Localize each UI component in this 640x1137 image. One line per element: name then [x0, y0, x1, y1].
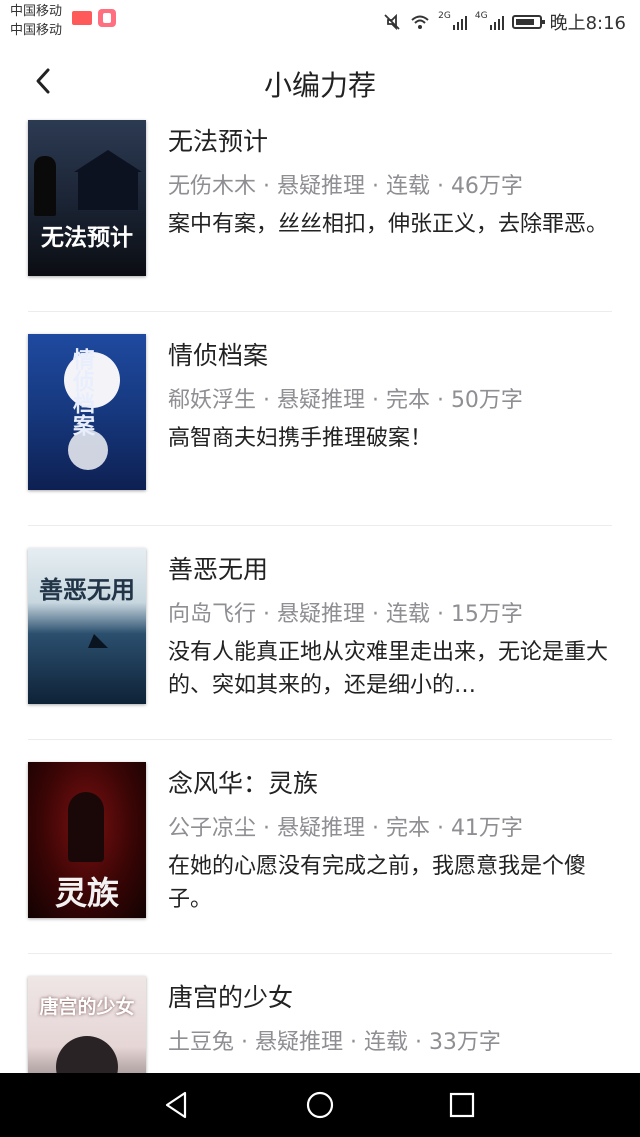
page-title: 小编力荐 — [263, 69, 376, 102]
book-list[interactable]: 无法预计 无法预计 无伤木木 · 悬疑推理 · 连载 · 46万字 案中有案，丝… — [0, 118, 640, 1073]
book-cover[interactable]: 无法预计 — [28, 120, 146, 276]
signal-icon — [452, 14, 467, 30]
cover-art-roof — [74, 150, 142, 172]
back-triangle-icon[interactable] — [161, 1089, 193, 1121]
book-title: 善恶无用 — [168, 555, 269, 584]
battery-icon — [511, 15, 545, 29]
recent-square-icon[interactable] — [446, 1089, 478, 1121]
net-4g-label: 4G — [474, 11, 488, 21]
app-notification-icon — [98, 9, 116, 27]
carrier-label-1: 中国移动 — [10, 4, 63, 19]
book-item[interactable]: 无法预计 无法预计 无伤木木 · 悬疑推理 · 连载 · 46万字 案中有案，丝… — [0, 118, 640, 312]
book-cover[interactable]: 灵族 — [28, 762, 146, 918]
book-description: 在她的心愿没有完成之前，我愿意我是个傻子。 — [168, 854, 587, 912]
cover-art-fin — [88, 634, 108, 648]
book-title: 唐宫的少女 — [168, 983, 294, 1012]
book-item[interactable]: 善恶无用 善恶无用 向岛飞行 · 悬疑推理 · 连载 · 15万字 没有人能真正… — [0, 526, 640, 740]
wifi-icon — [410, 13, 430, 31]
book-title: 无法预计 — [168, 127, 269, 156]
cover-art-circle — [56, 1036, 118, 1073]
cover-art-figure — [68, 792, 104, 862]
notification-badge-icon — [72, 11, 92, 25]
book-cover[interactable]: 唐宫的少女 — [28, 976, 146, 1073]
book-description: 案中有案，丝丝相扣，伸张正义，去除罪恶。 — [168, 212, 608, 237]
carrier-label-2: 中国移动 — [10, 23, 63, 38]
net-2g-label: 2G — [438, 11, 451, 21]
book-item[interactable]: 情侦档案 情侦档案 郗妖浮生 · 悬疑推理 · 完本 · 50万字 高智商夫妇携… — [0, 312, 640, 526]
book-description: 没有人能真正地从灾难里走出来，无论是重大的、突如其来的，还是细小的… — [168, 640, 608, 698]
cover-title-text: 唐宫的少女 — [39, 996, 135, 1018]
status-bar: 中国移动 中国移动 2G 4G 晚上8:16 — [0, 0, 640, 46]
book-description: 高智商夫妇携手推理破案！ — [168, 426, 433, 451]
cover-title-text: 无法预计 — [41, 224, 133, 251]
clock: 晚上8:16 — [549, 13, 626, 34]
book-item[interactable]: 唐宫的少女 唐宫的少女 土豆兔 · 悬疑推理 · 连载 · 33万字 — [0, 954, 640, 1073]
book-title: 念风华：灵族 — [168, 769, 319, 798]
book-meta: 无伤木木 · 悬疑推理 · 连载 · 46万字 — [168, 174, 523, 199]
signal-icon-2 — [489, 14, 504, 30]
status-icons: 2G 4G 晚上8:16 — [382, 8, 626, 36]
system-nav-bar — [0, 1073, 640, 1137]
book-meta: 土豆兔 · 悬疑推理 · 连载 · 33万字 — [168, 1030, 501, 1055]
cover-title-text: 灵族 — [54, 874, 119, 912]
mute-icon — [382, 12, 402, 32]
book-meta: 公子凉尘 · 悬疑推理 · 完本 · 41万字 — [168, 816, 523, 841]
home-circle-icon[interactable] — [304, 1089, 336, 1121]
cover-title-text: 善恶无用 — [39, 575, 135, 604]
cover-art-figure — [34, 156, 56, 216]
book-meta: 郗妖浮生 · 悬疑推理 · 完本 · 50万字 — [168, 388, 523, 413]
book-item[interactable]: 灵族 念风华：灵族 公子凉尘 · 悬疑推理 · 完本 · 41万字 在她的心愿没… — [0, 740, 640, 954]
book-cover[interactable]: 善恶无用 — [28, 548, 146, 704]
app-header: 小编力荐 — [0, 46, 640, 118]
cover-title-text: 情侦档案 — [69, 348, 95, 436]
book-meta: 向岛飞行 · 悬疑推理 · 连载 · 15万字 — [168, 602, 523, 627]
book-title: 情侦档案 — [168, 341, 269, 370]
cover-art-flower — [68, 430, 108, 470]
book-cover[interactable]: 情侦档案 — [28, 334, 146, 490]
cover-art-house — [78, 170, 138, 210]
